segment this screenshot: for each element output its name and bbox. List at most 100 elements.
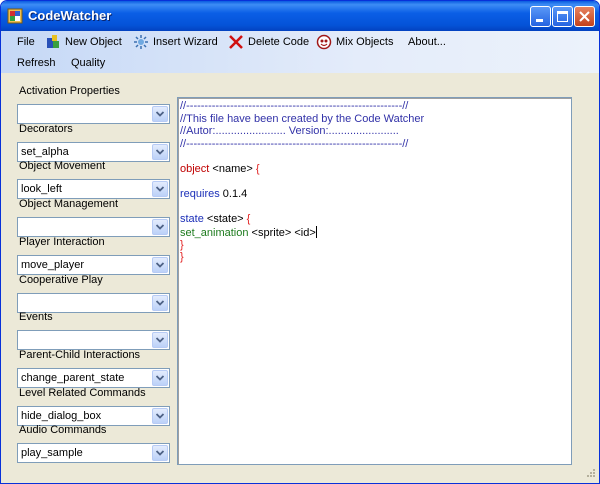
code-line: set_animation <sprite> <id> [180, 226, 317, 239]
wizard-icon [134, 35, 148, 49]
menu-about[interactable]: About... [408, 33, 452, 51]
menu-mix-objects-label: Mix Objects [336, 36, 394, 48]
cooperative-play-dropdown[interactable] [17, 293, 170, 313]
object-movement-selected-value: look_left [21, 183, 62, 195]
minimize-button[interactable] [530, 6, 551, 27]
code-token: requires [180, 188, 220, 200]
code-line: state <state> { [180, 213, 250, 225]
resize-grip-icon[interactable] [584, 468, 596, 480]
menu-mix-objects[interactable]: Mix Objects [316, 33, 394, 51]
dropdown-arrow-button[interactable] [152, 181, 168, 197]
object-movement-label: Object Movement [19, 160, 106, 172]
chevron-down-icon [156, 149, 164, 155]
menu-file-label: File [17, 36, 35, 48]
player-interaction-dropdown[interactable]: move_player [17, 255, 170, 275]
code-token: //--------------------------------------… [180, 100, 409, 112]
code-token: } [180, 251, 184, 263]
code-token: { [255, 163, 260, 175]
dropdown-arrow-button[interactable] [152, 257, 168, 273]
menu-delete-code-label: Delete Code [248, 36, 310, 48]
code-token: { [246, 213, 251, 225]
level-related-commands-label: Level Related Commands [19, 387, 146, 399]
chevron-down-icon [156, 413, 164, 419]
minimize-icon [536, 19, 543, 22]
code-line: //--------------------------------------… [180, 138, 408, 150]
decorators-selected-value: set_alpha [21, 146, 69, 158]
code-token: 0.1.4 [219, 188, 248, 200]
chevron-down-icon [156, 224, 164, 230]
dropdown-arrow-button[interactable] [152, 370, 168, 386]
maximize-icon [557, 11, 568, 22]
audio-commands-label: Audio Commands [19, 424, 107, 436]
title-bar[interactable]: CodeWatcher [1, 1, 599, 31]
menu-quality[interactable]: Quality [71, 54, 111, 72]
player-interaction-label: Player Interaction [19, 236, 105, 248]
chevron-down-icon [156, 186, 164, 192]
dropdown-arrow-button[interactable] [152, 219, 168, 235]
decorators-dropdown[interactable]: set_alpha [17, 142, 170, 162]
dropdown-arrow-button[interactable] [152, 144, 168, 160]
decorators-label: Decorators [19, 123, 73, 135]
menu-refresh-label: Refresh [17, 57, 56, 69]
code-token: //Autor:....................... Version:… [180, 125, 399, 137]
menu-new-object-label: New Object [65, 36, 122, 48]
close-icon [579, 11, 590, 22]
code-editor[interactable]: //--------------------------------------… [177, 97, 572, 465]
object-management-dropdown[interactable] [17, 217, 170, 237]
object-movement-dropdown[interactable]: look_left [17, 179, 170, 199]
code-line: //This file have been created by the Cod… [180, 113, 424, 125]
close-button[interactable] [574, 6, 595, 27]
level-related-commands-selected-value: hide_dialog_box [21, 410, 102, 422]
new-object-icon [47, 35, 59, 48]
activation-properties-dropdown[interactable] [17, 104, 170, 124]
parent-child-interactions-label: Parent-Child Interactions [19, 349, 141, 361]
menu-new-object[interactable]: New Object [45, 33, 125, 51]
menu-insert-wizard[interactable]: Insert Wizard [133, 33, 218, 51]
code-line: //--------------------------------------… [180, 100, 408, 112]
menu-quality-label: Quality [71, 57, 106, 69]
menu-refresh[interactable]: Refresh [17, 54, 57, 72]
chevron-down-icon [156, 450, 164, 456]
code-token: state [180, 213, 204, 225]
activation-properties-label: Activation Properties [19, 85, 120, 97]
window-title: CodeWatcher [28, 8, 112, 23]
code-token: <sprite> <id> [248, 227, 316, 239]
events-label: Events [19, 311, 53, 323]
app-window: CodeWatcher File New Object Insert Wizar… [0, 0, 600, 484]
events-dropdown[interactable] [17, 330, 170, 350]
code-token: object [180, 163, 210, 175]
code-token: //This file have been created by the Cod… [180, 113, 425, 125]
dropdown-arrow-button[interactable] [152, 295, 168, 311]
code-token: } [180, 239, 184, 251]
cooperative-play-label: Cooperative Play [19, 274, 103, 286]
menu-delete-code[interactable]: Delete Code [228, 33, 310, 51]
audio-commands-selected-value: play_sample [21, 447, 83, 459]
mix-objects-icon [316, 34, 332, 50]
maximize-button[interactable] [552, 6, 573, 27]
code-token: <name> [209, 163, 256, 175]
chevron-down-icon [156, 375, 164, 381]
dropdown-arrow-button[interactable] [152, 106, 168, 122]
object-management-label: Object Management [19, 198, 119, 210]
code-line: requires 0.1.4 [180, 188, 247, 200]
menu-insert-wizard-label: Insert Wizard [153, 36, 218, 48]
menu-file[interactable]: File [17, 33, 41, 51]
text-caret [315, 226, 317, 238]
chevron-down-icon [156, 111, 164, 117]
menu-about-label: About... [408, 36, 446, 48]
code-line: object <name> { [180, 163, 260, 175]
dropdown-arrow-button[interactable] [152, 445, 168, 461]
menu-bar: File New Object Insert Wizard Delete Cod… [1, 31, 599, 73]
parent-child-interactions-dropdown[interactable]: change_parent_state [17, 368, 170, 388]
dropdown-arrow-button[interactable] [152, 408, 168, 424]
code-token: set_animation [180, 227, 249, 239]
chevron-down-icon [156, 300, 164, 306]
audio-commands-dropdown[interactable]: play_sample [17, 443, 170, 463]
level-related-commands-dropdown[interactable]: hide_dialog_box [17, 406, 170, 426]
delete-x-icon [229, 35, 243, 49]
player-interaction-selected-value: move_player [21, 259, 84, 271]
parent-child-interactions-selected-value: change_parent_state [21, 372, 125, 384]
code-token: //--------------------------------------… [180, 138, 409, 150]
code-line: } [180, 251, 184, 263]
dropdown-arrow-button[interactable] [152, 332, 168, 348]
